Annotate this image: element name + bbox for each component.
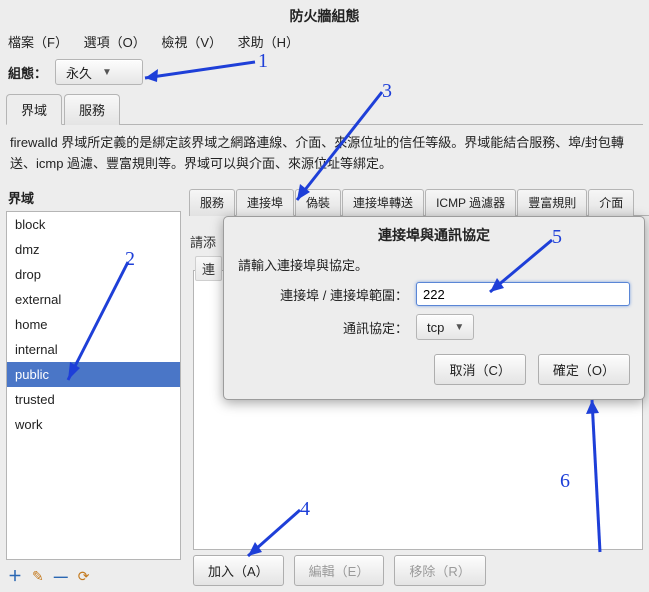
menu-help[interactable]: 求助（H） [238,35,299,50]
annotation-2: 2 [125,248,135,271]
annotation-3: 3 [382,80,392,103]
menubar: 檔案（F） 選項（O） 檢視（V） 求助（H） [0,28,649,55]
protocol-label: 通訊協定： [238,318,416,337]
zone-item-drop[interactable]: drop [7,262,180,287]
ports-hint-partial: 請添 [190,232,216,251]
zone-remove-icon[interactable]: — [54,568,68,584]
edit-button[interactable]: 編輯（E） [294,555,385,586]
right-tabbar: 服務 連接埠 偽裝 連接埠轉送 ICMP 過濾器 豐富規則 介面 [189,188,649,216]
config-combo[interactable]: 永久 ▼ [55,59,143,85]
zone-reload-icon[interactable]: ⟳ [78,568,90,585]
menu-file[interactable]: 檔案（F） [8,35,68,50]
dialog-title: 連接埠與通訊協定 [224,217,644,249]
ok-button[interactable]: 確定（O） [538,354,630,385]
annotation-6: 6 [560,470,570,493]
config-value: 永久 [66,63,92,82]
dialog-prompt: 請輸入連接埠與協定。 [238,255,630,274]
outer-tabbar: 界域 服務 [6,93,643,125]
annotation-1: 1 [258,50,268,73]
zone-description: firewalld 界域所定義的是綁定該界域之網路連線、介面、來源位址的信任等級… [0,125,649,181]
chevron-down-icon: ▼ [102,67,112,78]
zone-item-trusted[interactable]: trusted [7,387,180,412]
rtab-icmp[interactable]: ICMP 過濾器 [425,189,516,216]
rtab-rich[interactable]: 豐富規則 [517,189,587,216]
add-button[interactable]: 加入（A） [193,555,284,586]
rtab-services[interactable]: 服務 [189,189,235,216]
zone-item-public[interactable]: public [7,362,180,387]
port-dialog: 連接埠與通訊協定 請輸入連接埠與協定。 連接埠 / 連接埠範圍： 通訊協定： t… [223,216,645,400]
zone-item-home[interactable]: home [7,312,180,337]
annotation-4: 4 [300,498,310,521]
menu-options[interactable]: 選項（O） [84,35,146,50]
zone-item-work[interactable]: work [7,412,180,437]
remove-button[interactable]: 移除（R） [394,555,485,586]
port-label: 連接埠 / 連接埠範圍： [238,285,416,304]
config-label: 組態： [8,63,47,82]
cancel-button[interactable]: 取消（C） [434,354,525,385]
rtab-ports[interactable]: 連接埠 [236,189,294,216]
rtab-iface[interactable]: 介面 [588,189,634,216]
zone-list[interactable]: blockdmzdropexternalhomeinternalpublictr… [6,211,181,560]
window-title: 防火牆組態 [0,0,649,28]
chevron-down-icon: ▼ [454,322,464,333]
rtab-forward[interactable]: 連接埠轉送 [342,189,424,216]
zone-item-external[interactable]: external [7,287,180,312]
zones-header: 界域 [8,188,181,207]
annotation-5: 5 [552,226,562,249]
port-input[interactable] [416,282,630,306]
zone-add-icon[interactable]: ＋ [8,566,22,586]
ports-column-partial: 連 [195,256,222,281]
rtab-masq[interactable]: 偽裝 [295,189,341,216]
zone-item-dmz[interactable]: dmz [7,237,180,262]
protocol-combo[interactable]: tcp ▼ [416,314,474,340]
tab-services[interactable]: 服務 [64,94,120,125]
protocol-value: tcp [427,320,444,335]
zone-item-internal[interactable]: internal [7,337,180,362]
tab-zones[interactable]: 界域 [6,94,62,125]
menu-view[interactable]: 檢視（V） [161,35,222,50]
zone-edit-icon[interactable]: ✎ [32,568,44,585]
zone-item-block[interactable]: block [7,212,180,237]
